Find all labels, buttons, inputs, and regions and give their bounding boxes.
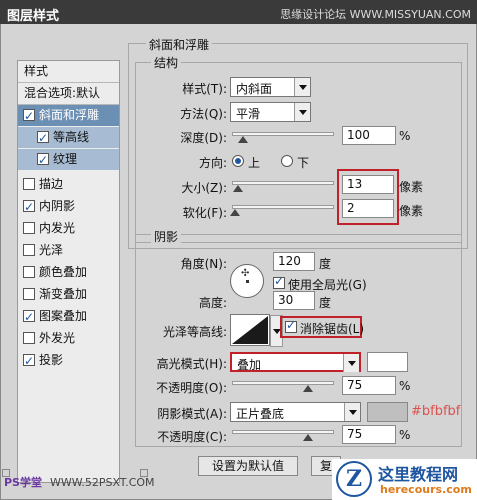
angle-dial[interactable]: ✣ [230,264,264,298]
gloss-contour-label: 光泽等高线: [162,325,227,339]
window-title: 图层样式 [7,9,60,24]
shading-title: 阴影 [151,228,182,245]
soften-slider[interactable] [230,205,334,216]
site-logo: Z 这里教程网 herecours.com [332,459,477,500]
soften-unit: 像素 [399,204,424,218]
chevron-down-icon [294,103,310,121]
shadow-opacity-label: 不透明度(C): [157,430,227,444]
checkbox-satin[interactable] [23,244,35,256]
shadow-opacity-input[interactable]: 75 [342,425,396,444]
sidebar-item-texture[interactable]: 纹理 [18,149,119,171]
sidebar-item-contour[interactable]: 等高线 [18,127,119,149]
altitude-label: 高度: [198,296,227,310]
highlight-opacity-input[interactable]: 75 [342,376,396,395]
direction-up-label: 上 [248,156,261,170]
watermark-text: 思缘设计论坛 WWW.MISSYUAN.COM [280,8,471,21]
sidebar-item-color-overlay[interactable]: 颜色叠加 [18,262,119,283]
checkbox-drop-shadow[interactable] [23,351,35,372]
technique-select[interactable]: 平滑 [230,102,311,122]
soften-input[interactable]: 2 [342,199,394,218]
structure-title: 结构 [151,54,182,71]
antialias-checkbox[interactable] [285,318,297,333]
checkbox-pattern-overlay[interactable] [23,307,35,328]
direction-label: 方向: [198,156,227,170]
style-label: 样式(T): [182,82,227,96]
shadow-mode-label: 阴影模式(A): [157,407,227,421]
gloss-contour-picker[interactable] [230,314,283,347]
sidebar-item-stroke[interactable]: 描边 [18,174,119,195]
technique-label: 方法(Q): [180,107,227,121]
shadow-opacity-thumb[interactable] [303,434,313,441]
depth-slider-thumb[interactable] [238,136,248,143]
chevron-down-icon [344,403,360,421]
direction-up-radio[interactable] [232,155,244,167]
sidebar-item-satin[interactable]: 光泽 [18,240,119,261]
sidebar-item-pattern-overlay[interactable]: 图案叠加 [18,306,119,328]
angle-label: 角度(N): [180,257,227,271]
crosshair-icon: ✣ [241,268,250,279]
sidebar-item-drop-shadow[interactable]: 投影 [18,350,119,372]
highlight-opacity-slider[interactable] [232,381,334,392]
sidebar-item-outer-glow[interactable]: 外发光 [18,328,119,349]
highlight-color-swatch[interactable] [367,352,408,372]
logo-name: 这里教程网 [378,465,459,484]
soften-slider-thumb[interactable] [230,209,240,216]
checkbox-outer-glow[interactable] [23,332,35,344]
size-label: 大小(Z): [181,181,227,195]
layer-style-dialog: 样式 混合选项:默认 斜面和浮雕 等高线 纹理 描边 内阴影 内发光 [0,24,477,500]
contour-curve-icon [232,316,268,344]
shadow-color-note: #bfbfbf [411,404,461,419]
shadow-opacity-slider[interactable] [232,430,334,441]
soften-label: 软化(F): [182,206,227,220]
sidebar-item-gradient-overlay[interactable]: 渐变叠加 [18,284,119,305]
blend-options-item[interactable]: 混合选项:默认 [18,83,119,104]
size-input[interactable]: 13 [342,175,394,194]
checkbox-texture[interactable] [37,150,49,171]
checkbox-contour[interactable] [37,128,49,149]
size-slider[interactable] [232,181,334,192]
highlight-opacity-unit: % [399,379,411,393]
altitude-input[interactable]: 30 [273,291,315,310]
style-select[interactable]: 内斜面 [230,77,311,97]
checkbox-inner-glow[interactable] [23,222,35,234]
highlight-opacity-label: 不透明度(O): [156,381,227,395]
checkbox-color-overlay[interactable] [23,266,35,278]
sidebar-item-bevel[interactable]: 斜面和浮雕 [18,105,119,127]
depth-slider[interactable] [232,132,334,143]
title-bar: 图层样式 思缘设计论坛 WWW.MISSYUAN.COM [0,0,477,24]
depth-input[interactable]: 100 [342,126,396,145]
checkbox-gradient-overlay[interactable] [23,288,35,300]
highlight-mode-select[interactable]: 叠加 [230,352,361,372]
chevron-down-icon [294,78,310,96]
sidebar-item-inner-glow[interactable]: 内发光 [18,218,119,239]
direction-down-label: 下 [297,156,310,170]
altitude-unit: 度 [319,296,332,310]
size-unit: 像素 [399,180,424,194]
chevron-down-icon [343,354,359,372]
depth-unit: % [399,129,411,143]
size-slider-thumb[interactable] [233,185,243,192]
checkbox-bevel[interactable] [23,106,35,127]
shadow-opacity-unit: % [399,428,411,442]
logo-url: herecours.com [380,483,472,496]
bevel-section-title: 斜面和浮雕 [146,36,213,53]
depth-label: 深度(D): [180,131,227,145]
site-watermark: PS学堂 WWW.52PSXT.COM [4,476,155,489]
highlight-mode-label: 高光模式(H): [156,357,227,371]
checkbox-stroke[interactable] [23,178,35,190]
sidebar-item-inner-shadow[interactable]: 内阴影 [18,196,119,218]
angle-input[interactable]: 120 [273,252,315,271]
shadow-color-swatch[interactable] [367,402,408,422]
logo-mark: Z [336,461,372,497]
global-light-checkbox[interactable] [273,274,285,289]
highlight-opacity-thumb[interactable] [303,385,313,392]
styles-list: 样式 混合选项:默认 斜面和浮雕 等高线 纹理 描边 内阴影 内发光 [17,60,120,483]
shadow-mode-select[interactable]: 正片叠底 [230,402,361,422]
checkbox-inner-shadow[interactable] [23,197,35,218]
antialias-label: 消除锯齿(L) [300,322,365,336]
styles-header[interactable]: 样式 [18,61,119,82]
make-default-button[interactable]: 设置为默认值 [198,456,298,476]
angle-unit: 度 [319,257,332,271]
direction-down-radio[interactable] [281,155,293,167]
